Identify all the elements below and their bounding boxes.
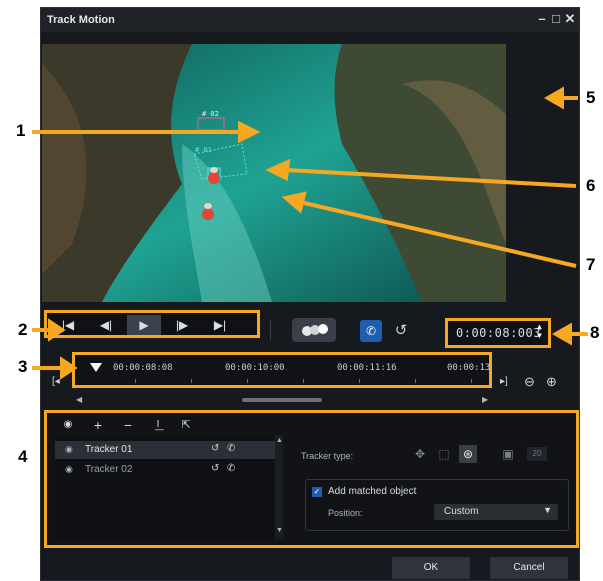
callout-1: 1: [16, 121, 26, 140]
area-tracker-icon[interactable]: ⬚: [435, 445, 453, 463]
ruler-tick-mark: [471, 379, 472, 383]
playback-controls: |◀ ◀| ▶ |▶ ▶|: [44, 310, 260, 338]
ruler-tick-mark: [247, 379, 248, 383]
matched-object-group: ✓ Add matched object Position: Custom ▼: [305, 479, 569, 531]
tracker-02-label: # 02: [202, 110, 219, 118]
track-selected-icon[interactable]: ✆: [360, 320, 382, 342]
ruler-tick-mark: [191, 379, 192, 383]
zoom-in-icon[interactable]: ⊕: [546, 374, 557, 390]
tracker-list: ◉ Tracker 01 ↺ ✆ ◉ Tracker 02 ↺ ✆: [55, 435, 283, 539]
title-bar: Track Motion – □ ✕: [41, 8, 579, 32]
scrollbar-thumb[interactable]: [242, 398, 322, 402]
visibility-icon[interactable]: ◉: [65, 444, 73, 455]
callout-4: 4: [18, 447, 28, 466]
visibility-icon[interactable]: ◉: [65, 464, 73, 475]
track-icon[interactable]: ✆: [227, 463, 235, 474]
callout-6: 6: [586, 176, 596, 195]
mark-in-icon[interactable]: [◂: [52, 376, 66, 390]
tracker-panel: ◉ + − I͟ ⇱ ◉ Tracker 01 ↺ ✆ ◉ Tracker 02…: [44, 410, 579, 548]
timecode-value: 0:00:08:003: [456, 326, 541, 340]
ruler-tick-mark: [135, 379, 136, 383]
mark-out-icon[interactable]: ▸]: [500, 376, 514, 390]
position-dropdown[interactable]: Custom ▼: [434, 504, 558, 520]
cancel-button[interactable]: Cancel: [490, 557, 568, 579]
tracker-row[interactable]: ◉ Tracker 01 ↺ ✆: [55, 441, 283, 459]
tracker-type-label: Tracker type:: [301, 451, 354, 461]
minimize-button[interactable]: –: [535, 11, 549, 27]
window-title: Track Motion: [47, 14, 115, 26]
timecode-stepper[interactable]: ▲ ▼: [537, 322, 542, 340]
export-icon[interactable]: ⇱: [177, 417, 195, 433]
tracker-size-field[interactable]: 20: [527, 447, 547, 461]
tracker-options-icon[interactable]: ▣: [499, 445, 517, 463]
tracker-name: Tracker 02: [85, 464, 133, 475]
timeline-tick: 00:00:11:16: [337, 363, 397, 373]
timeline-tick: 00:00:08:08: [113, 363, 173, 373]
tracker-properties: Tracker type: ✥ ⬚ ⊛ ▣ 20 ✓ Add matched o…: [295, 435, 575, 539]
go-to-start-button[interactable]: |◀: [51, 315, 85, 335]
add-matched-object-label: Add matched object: [328, 486, 417, 497]
zoom-out-icon[interactable]: ⊖: [524, 374, 535, 390]
history-icon[interactable]: ↺: [211, 443, 219, 454]
timeline-ruler[interactable]: 00:00:08:08 00:00:10:00 00:00:11:16 00:0…: [72, 352, 492, 388]
tracker-01-label: # 01: [195, 146, 212, 154]
position-value: Custom: [444, 506, 479, 517]
track-dots-icon: [302, 324, 328, 336]
ruler-tick-mark: [359, 379, 360, 383]
maximize-button[interactable]: □: [549, 11, 563, 27]
toolbar-divider: [270, 320, 271, 340]
callout-3: 3: [18, 357, 28, 376]
callout-7: 7: [586, 255, 596, 274]
point-tracker-icon[interactable]: ✥: [411, 445, 429, 463]
chevron-down-icon: ▼: [543, 505, 552, 515]
video-preview[interactable]: # 02 # 01: [42, 44, 506, 302]
ruler-tick-mark: [415, 379, 416, 383]
previous-frame-button[interactable]: ◀|: [89, 315, 123, 335]
add-matched-object-checkbox[interactable]: ✓: [312, 487, 322, 497]
remove-tracker-button[interactable]: −: [119, 417, 137, 433]
add-tracker-button[interactable]: +: [89, 417, 107, 433]
preview-frame-image: # 02 # 01: [42, 44, 506, 302]
tracker-row[interactable]: ◉ Tracker 02 ↺ ✆: [55, 461, 283, 479]
scroll-left-icon[interactable]: ◀: [76, 395, 82, 404]
timeline-tick: 00:00:10:00: [225, 363, 285, 373]
scroll-up-icon[interactable]: ▲: [276, 437, 283, 444]
ok-button[interactable]: OK: [392, 557, 470, 579]
close-button[interactable]: ✕: [563, 11, 577, 27]
scroll-down-icon[interactable]: ▼: [276, 527, 283, 534]
tracker-settings-icon[interactable]: I͟: [149, 417, 167, 433]
eye-icon[interactable]: ◉: [59, 417, 77, 433]
chevron-up-icon[interactable]: ▲: [537, 322, 542, 331]
position-label: Position:: [328, 508, 363, 518]
timeline-scrollbar[interactable]: ◀ ▶: [76, 395, 490, 404]
history-icon[interactable]: ↺: [211, 463, 219, 474]
ruler-tick-mark: [303, 379, 304, 383]
play-button[interactable]: ▶: [127, 315, 161, 335]
playhead-handle[interactable]: [90, 363, 102, 372]
timecode-field[interactable]: 0:00:08:003 ▲ ▼: [445, 318, 551, 348]
timeline-tick: 00:00:13: [447, 363, 491, 373]
callout-5: 5: [586, 88, 596, 107]
tracker-list-scrollbar[interactable]: ▲ ▼: [275, 435, 283, 539]
mosaic-tracker-icon[interactable]: ⊛: [459, 445, 477, 463]
callout-8: 8: [590, 323, 600, 342]
tracker-name: Tracker 01: [85, 444, 133, 455]
chevron-down-icon[interactable]: ▼: [537, 331, 542, 340]
track-icon[interactable]: ✆: [227, 443, 235, 454]
next-frame-button[interactable]: |▶: [165, 315, 199, 335]
reset-history-icon[interactable]: ↺: [390, 320, 412, 342]
callout-2: 2: [18, 320, 28, 339]
track-motion-toggle-button[interactable]: [292, 318, 336, 342]
scroll-right-icon[interactable]: ▶: [482, 395, 488, 404]
go-to-end-button[interactable]: ▶|: [203, 315, 237, 335]
